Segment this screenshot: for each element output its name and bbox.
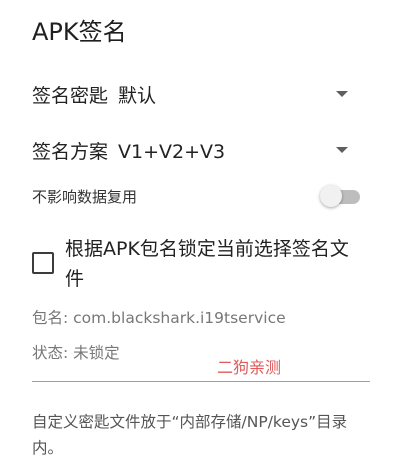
signing-key-dropdown[interactable]: 签名密匙 默认: [32, 74, 368, 114]
data-reuse-switch[interactable]: [320, 182, 362, 210]
key-location-note: 自定义密匙文件放于“内部存储/NP/keys”目录内。: [32, 413, 348, 457]
signing-key-value: 默认: [118, 84, 157, 107]
dialog-title: APK签名: [32, 18, 127, 46]
data-reuse-label: 不影响数据复用: [32, 187, 138, 206]
divider: [32, 381, 370, 382]
dropdown-arrow-icon: [336, 147, 348, 153]
signing-scheme-dropdown[interactable]: 签名方案 V1+V2+V3: [32, 130, 368, 170]
dropdown-arrow-icon: [336, 91, 348, 97]
lock-by-package-checkbox[interactable]: [32, 252, 54, 274]
lock-by-package-label: 根据APK包名锁定当前选择签名文件: [65, 238, 349, 290]
signing-scheme-label: 签名方案: [32, 140, 109, 163]
lock-by-package-option[interactable]: 根据APK包名锁定当前选择签名文件: [32, 234, 372, 294]
signing-key-label: 签名密匙: [32, 84, 109, 107]
signing-scheme-value: V1+V2+V3: [118, 140, 226, 163]
data-reuse-row: 不影响数据复用: [32, 180, 362, 212]
package-name-text: 包名: com.blackshark.i19tservice: [32, 309, 286, 327]
watermark-text: 二狗亲测: [217, 358, 282, 377]
lock-status-text: 状态: 未锁定: [32, 344, 120, 362]
switch-thumb: [320, 185, 342, 207]
apk-sign-dialog: APK签名 签名密匙 默认 签名方案 V1+V2+V3 不影响数据复用 根据APK包…: [0, 0, 400, 475]
